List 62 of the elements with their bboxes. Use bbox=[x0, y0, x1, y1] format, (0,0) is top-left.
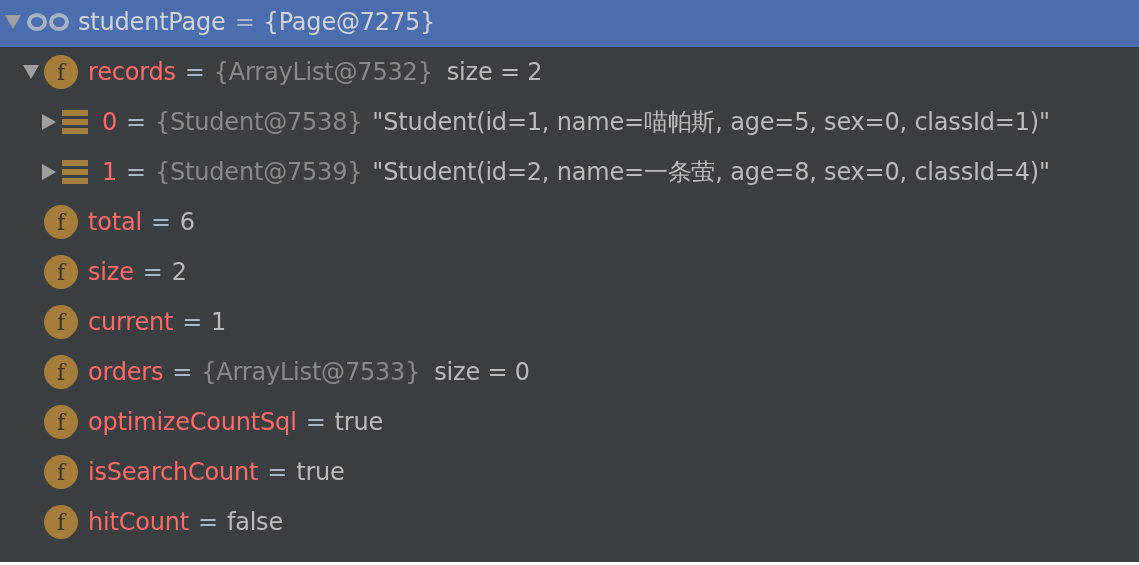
variable-name: optimizeCountSql bbox=[88, 407, 297, 438]
field-badge: f bbox=[44, 455, 78, 489]
equals-sign: = bbox=[150, 207, 171, 238]
type-reference: {Student@7538} bbox=[155, 107, 363, 138]
variable-name: size bbox=[88, 257, 134, 288]
list-icon bbox=[62, 109, 88, 135]
field-badge: f bbox=[44, 205, 78, 239]
equals-sign: = bbox=[234, 7, 255, 38]
variable-value: 1 bbox=[211, 307, 227, 338]
field-badge: f bbox=[44, 505, 78, 539]
equals-sign: = bbox=[126, 107, 146, 138]
tree-row[interactable]: f isSearchCount = true bbox=[0, 447, 1139, 497]
variable-value: "Student(id=1, name=喵帕斯, age=5, sex=0, classId=1)" bbox=[372, 107, 1050, 138]
variable-name: isSearchCount bbox=[88, 457, 259, 488]
tree-row[interactable]: f size = 2 bbox=[0, 247, 1139, 297]
variable-name: studentPage bbox=[78, 7, 226, 38]
variable-name: total bbox=[88, 207, 142, 238]
expand-triangle-icon[interactable] bbox=[40, 113, 58, 131]
tree-row[interactable]: 1 = {Student@7539} "Student(id=2, name=一条萤, age=8, sex=0, classId=4)" bbox=[0, 147, 1139, 197]
variable-value: true bbox=[296, 457, 345, 488]
size-info: size = 2 bbox=[446, 57, 543, 88]
type-reference: {Student@7539} bbox=[155, 157, 363, 188]
equals-sign: = bbox=[142, 257, 163, 288]
equals-sign: = bbox=[172, 357, 193, 388]
type-reference: {Page@7275} bbox=[263, 7, 436, 38]
equals-sign: = bbox=[126, 157, 146, 188]
collapse-triangle-icon[interactable] bbox=[22, 63, 40, 81]
field-badge: f bbox=[44, 355, 78, 389]
variable-value: true bbox=[334, 407, 383, 438]
list-icon bbox=[62, 159, 88, 185]
field-badge: f bbox=[44, 405, 78, 439]
variable-value: false bbox=[226, 507, 283, 538]
tree-row[interactable]: f orders = {ArrayList@7533} size = 0 bbox=[0, 347, 1139, 397]
tree-row[interactable]: f records = {ArrayList@7532} size = 2 bbox=[0, 47, 1139, 97]
field-badge: f bbox=[44, 305, 78, 339]
tree-row[interactable]: f hitCount = false bbox=[0, 497, 1139, 547]
variable-name: current bbox=[88, 307, 174, 338]
equals-sign: = bbox=[197, 507, 218, 538]
variable-value: "Student(id=2, name=一条萤, age=8, sex=0, classId=4)" bbox=[372, 157, 1050, 188]
tree-row[interactable]: f current = 1 bbox=[0, 297, 1139, 347]
equals-sign: = bbox=[267, 457, 288, 488]
equals-sign: = bbox=[182, 307, 203, 338]
tree-row[interactable]: studentPage = {Page@7275} bbox=[0, 0, 1139, 47]
variable-name: orders bbox=[88, 357, 164, 388]
field-badge: f bbox=[44, 55, 78, 89]
tree-row[interactable]: f total = 6 bbox=[0, 197, 1139, 247]
size-info: size = 0 bbox=[434, 357, 530, 388]
glasses-icon bbox=[26, 13, 70, 31]
tree-row[interactable]: 0 = {Student@7538} "Student(id=1, name=喵帕斯, age=5, sex=0, classId=1)" bbox=[0, 97, 1139, 147]
expand-triangle-icon[interactable] bbox=[40, 163, 58, 181]
field-badge: f bbox=[44, 255, 78, 289]
variable-value: 2 bbox=[171, 257, 187, 288]
equals-sign: = bbox=[184, 57, 205, 88]
variable-value: 6 bbox=[179, 207, 195, 238]
type-reference: {ArrayList@7533} bbox=[201, 357, 421, 388]
variable-name: 1 bbox=[102, 157, 118, 188]
equals-sign: = bbox=[305, 407, 326, 438]
type-reference: {ArrayList@7532} bbox=[213, 57, 433, 88]
variable-name: 0 bbox=[102, 107, 118, 138]
variable-name: hitCount bbox=[88, 507, 189, 538]
variable-name: records bbox=[88, 57, 176, 88]
tree-row[interactable]: f optimizeCountSql = true bbox=[0, 397, 1139, 447]
